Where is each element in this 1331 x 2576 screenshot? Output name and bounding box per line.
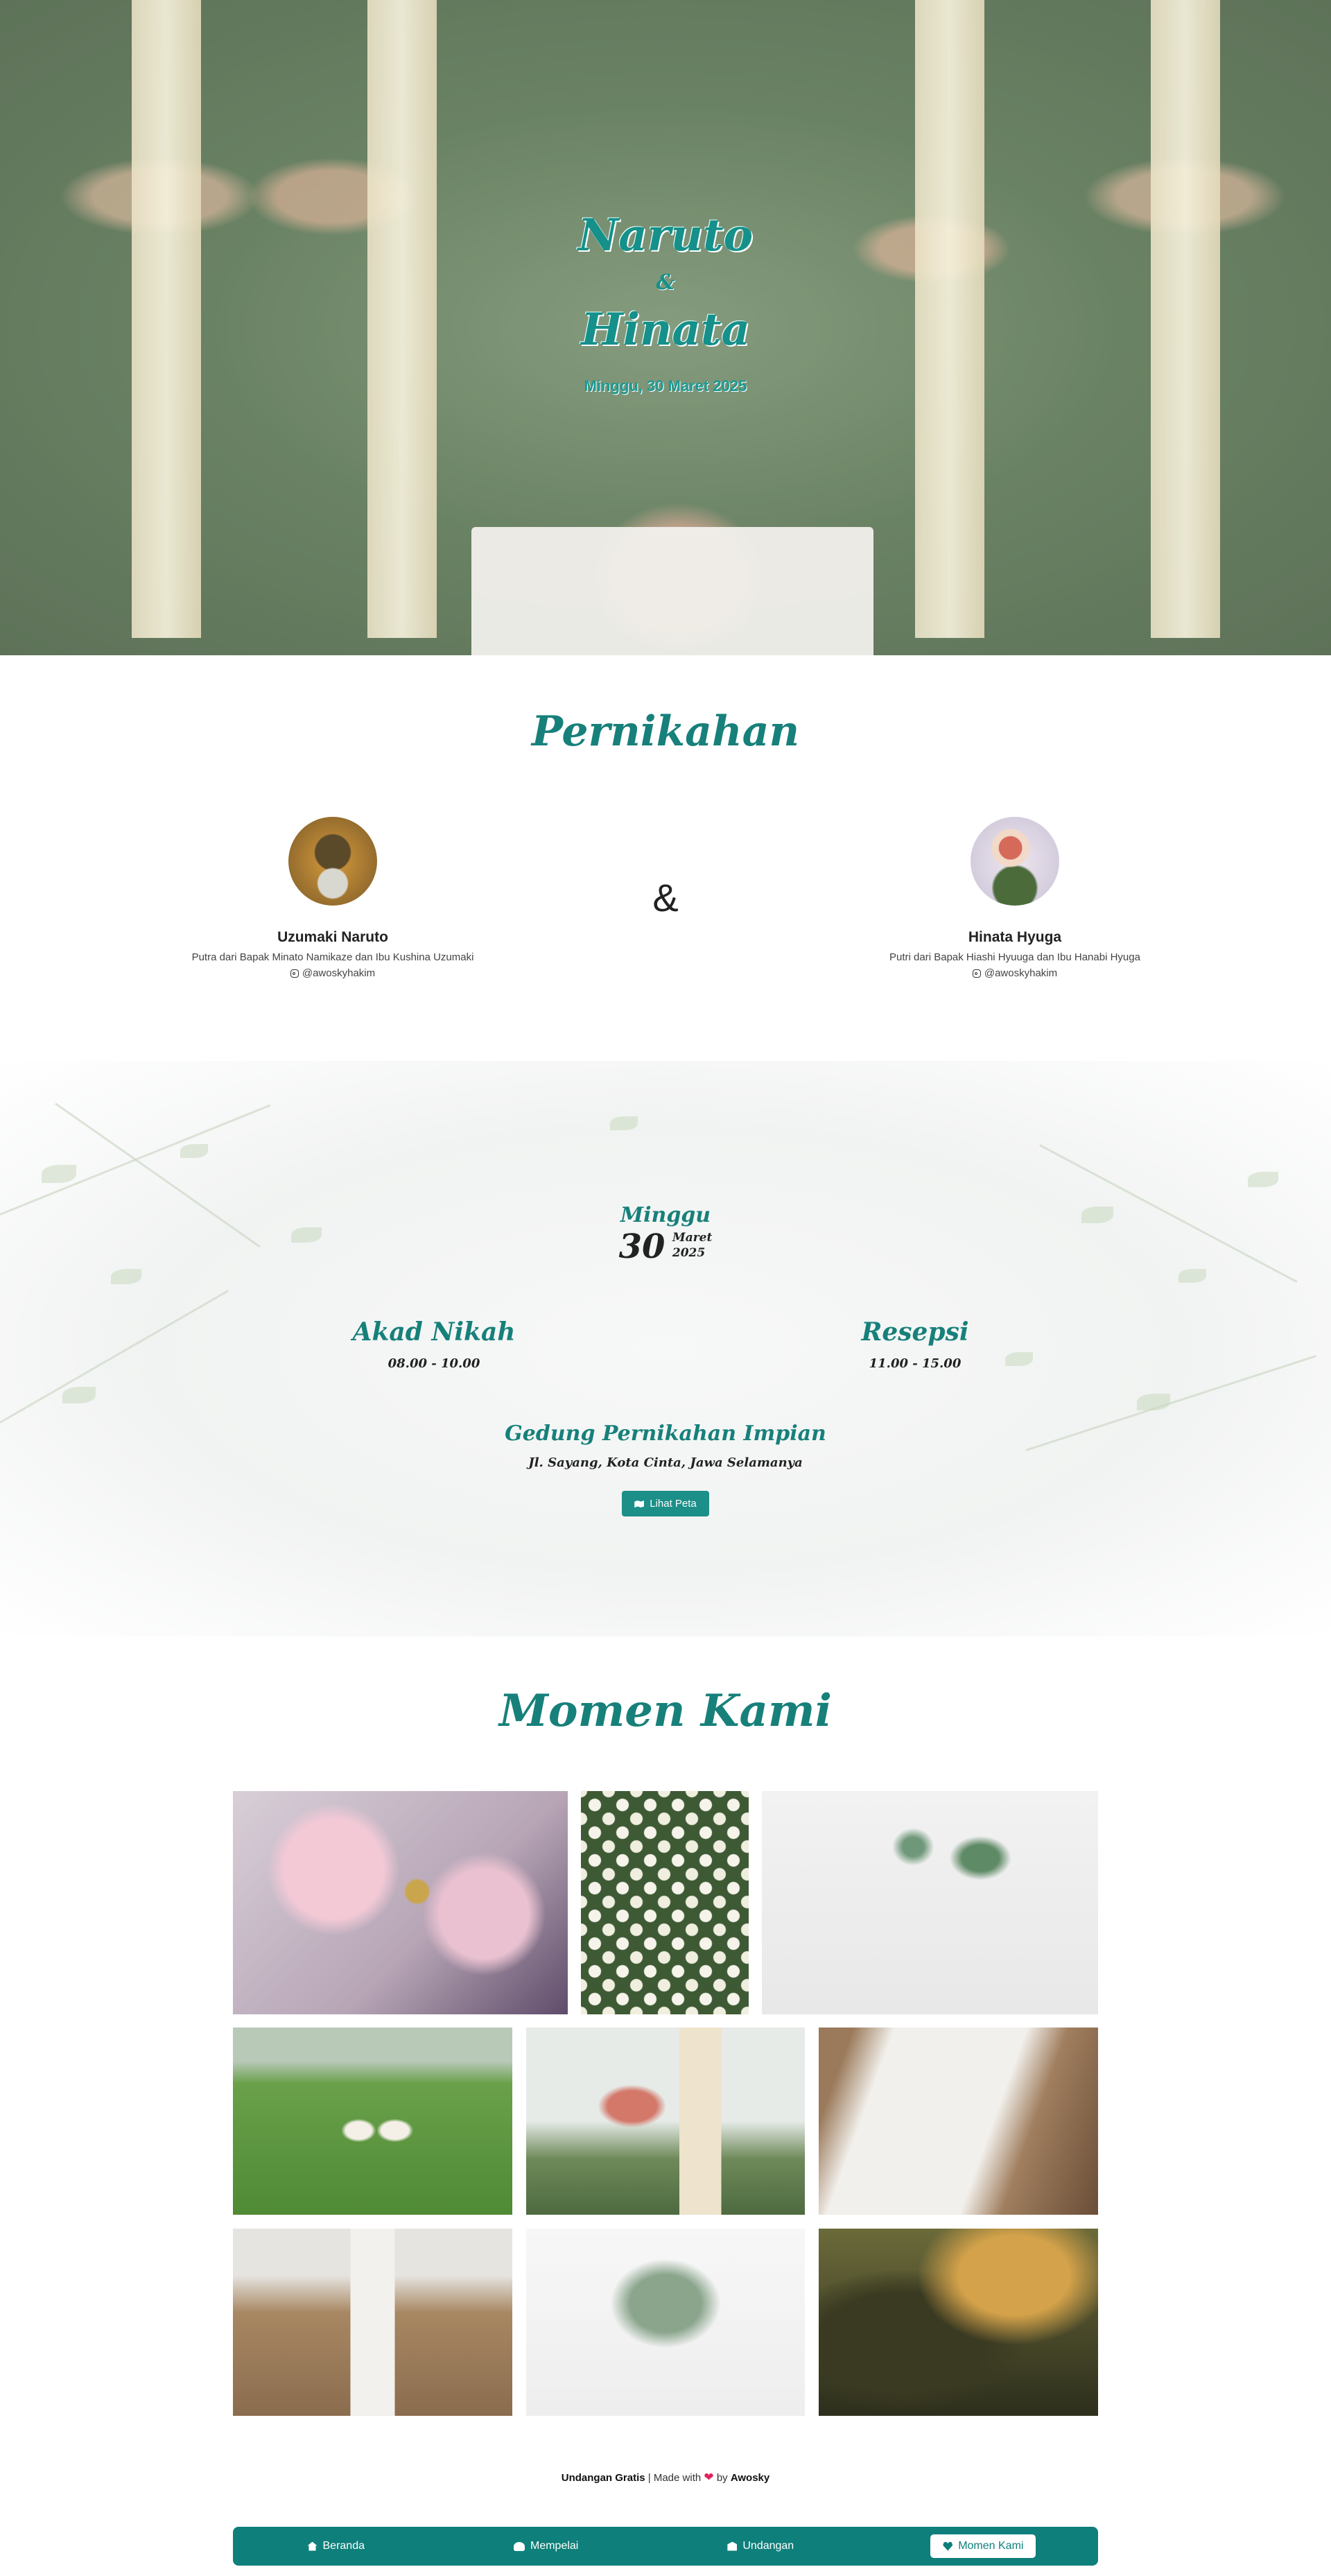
hero-text: Naruto & Hinata Minggu, 30 Maret 2025 <box>0 208 1331 395</box>
footer-made-with: | Made with <box>647 2472 702 2484</box>
nav-mempelai-label: Mempelai <box>530 2540 579 2552</box>
bride-instagram-link[interactable]: @awoskyhakim <box>821 967 1209 979</box>
section-title-pernikahan: Pernikahan <box>531 707 800 756</box>
hero-date: Minggu, 30 Maret 2025 <box>584 377 747 395</box>
footer-credit: Undangan Gratis | Made with ❤ by Awosky <box>0 2471 1331 2484</box>
section-title-momen-kami: Momen Kami <box>499 1685 832 1737</box>
instagram-icon <box>972 969 981 978</box>
gallery-photo-chairs-lawn[interactable] <box>233 2028 512 2215</box>
gallery-photo-arch[interactable] <box>526 2028 805 2215</box>
invitation-date-month: Maret <box>672 1231 713 1245</box>
bride-name: Hinata Hyuga <box>968 929 1062 945</box>
nav-mempelai[interactable]: Mempelai <box>501 2534 591 2558</box>
nav-momen-kami-label: Momen Kami <box>958 2540 1024 2552</box>
bottom-nav: Beranda Mempelai Undangan Momen Kami <box>233 2527 1098 2566</box>
gallery-photo-tree-lights[interactable] <box>819 2229 1098 2416</box>
resepsi-time: 11.00 - 15.00 <box>869 1356 962 1371</box>
heart-icon <box>943 2541 953 2551</box>
invitation-date: Minggu 30 Maret 2025 <box>0 1203 1331 1266</box>
bride-parents: Putri dari Bapak Hiashi Hyuuga dan Ibu H… <box>889 951 1140 963</box>
instagram-icon <box>290 969 299 978</box>
view-map-button[interactable]: Lihat Peta <box>622 1491 709 1516</box>
nav-momen-kami[interactable]: Momen Kami <box>930 2534 1036 2558</box>
bride-card: Hinata Hyuga Putri dari Bapak Hiashi Hyu… <box>821 817 1209 979</box>
home-icon <box>307 2541 317 2551</box>
footer-author-link[interactable]: Awosky <box>731 2472 769 2484</box>
invitation-date-day: 30 <box>618 1227 666 1266</box>
gallery-photo-white-flowers[interactable] <box>581 1791 749 2014</box>
gallery-photo-eucalyptus[interactable] <box>762 1791 1098 2014</box>
footer-free-invite: Undangan Gratis <box>561 2472 645 2484</box>
nav-beranda[interactable]: Beranda <box>295 2534 378 2558</box>
resepsi-title: Resepsi <box>861 1317 969 1347</box>
invitation-date-year: 2025 <box>672 1246 706 1260</box>
groom-avatar <box>288 817 377 906</box>
map-icon <box>634 1501 645 1507</box>
footer-by: by <box>716 2472 728 2484</box>
akad-title: Akad Nikah <box>352 1317 516 1347</box>
invitation-section <box>0 1061 1331 1636</box>
gallery-photo-rings[interactable] <box>233 1791 568 2014</box>
heart-icon: ❤ <box>704 2471 714 2484</box>
hero-bride-name: Hinata <box>581 304 750 356</box>
gallery-photo-aisle[interactable] <box>233 2229 512 2416</box>
nav-beranda-label: Beranda <box>322 2540 365 2552</box>
akad-time: 08.00 - 10.00 <box>388 1356 480 1371</box>
envelope-icon <box>727 2541 738 2551</box>
venue-block: Gedung Pernikahan Impian Jl. Sayang, Kot… <box>0 1421 1331 1516</box>
nav-undangan-label: Undangan <box>742 2540 794 2552</box>
groom-instagram-handle: @awoskyhakim <box>302 967 376 979</box>
view-map-label: Lihat Peta <box>650 1498 697 1510</box>
invitation-day: Minggu <box>620 1203 711 1227</box>
gallery-photo-banquet[interactable] <box>819 2028 1098 2215</box>
users-icon <box>514 2541 525 2551</box>
bride-avatar <box>971 817 1059 906</box>
bride-instagram-handle: @awoskyhakim <box>984 967 1058 979</box>
groom-card: Uzumaki Naruto Putra dari Bapak Minato N… <box>139 817 527 979</box>
gallery-photo-greenery[interactable] <box>526 2229 805 2416</box>
venue-address: Jl. Sayang, Kota Cinta, Jawa Selamanya <box>528 1455 803 1470</box>
nav-undangan[interactable]: Undangan <box>715 2534 806 2558</box>
groom-instagram-link[interactable]: @awoskyhakim <box>139 967 527 979</box>
groom-name: Uzumaki Naruto <box>277 929 388 945</box>
venue-name: Gedung Pernikahan Impian <box>505 1421 826 1446</box>
hero-ampersand: & <box>656 270 675 295</box>
hero-section: Naruto & Hinata Minggu, 30 Maret 2025 <box>0 0 1331 655</box>
hero-groom-name: Naruto <box>577 209 754 261</box>
groom-parents: Putra dari Bapak Minato Namikaze dan Ibu… <box>191 951 474 963</box>
couple-ampersand: & <box>652 876 679 919</box>
